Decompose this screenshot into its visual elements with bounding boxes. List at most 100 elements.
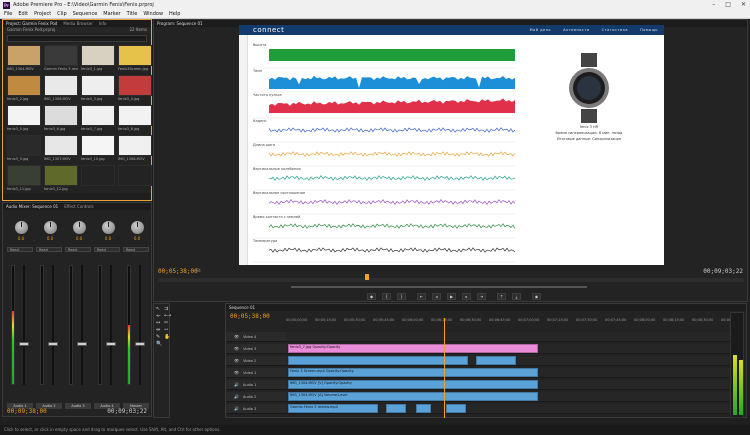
pan-value[interactable]: 0.0 — [7, 236, 35, 241]
project-thumbnail[interactable]: fenix3_7.jpg — [81, 105, 115, 132]
fader-track[interactable] — [139, 265, 141, 385]
track-speaker-icon[interactable]: 🔊 — [234, 406, 239, 411]
step-back-button[interactable]: ◂ — [432, 293, 441, 300]
pan-knob[interactable] — [101, 221, 115, 234]
automation-mode-select[interactable]: Read — [7, 247, 33, 252]
menu-marker[interactable]: Marker — [103, 11, 120, 17]
volume-fader[interactable] — [19, 341, 29, 346]
timeline-clip[interactable]: IMG_1304.MOV [V] Opacity:Opacity — [288, 380, 538, 389]
pan-knob[interactable] — [72, 221, 86, 234]
project-thumbnail[interactable]: fenix3_9.jpg — [7, 135, 41, 162]
pan-knob[interactable] — [43, 221, 57, 234]
project-thumbnail[interactable]: fenix3_6.jpg — [44, 105, 78, 132]
project-thumbnail[interactable]: fenix3_12.jpg — [44, 165, 78, 192]
ripple-edit-tool-icon[interactable]: ⟛ — [156, 313, 163, 319]
project-thumbnail[interactable]: fenix3_5.jpg — [7, 105, 41, 132]
track-select-tool-icon[interactable]: ⇉ — [164, 306, 171, 312]
pan-knob[interactable] — [14, 221, 28, 234]
hand-tool-icon[interactable]: ✋ — [164, 334, 171, 340]
project-thumbnail[interactable]: IMG_1307.MOV — [44, 135, 78, 162]
track-header[interactable]: 🔊 Audio 3 — [226, 404, 286, 414]
track-visibility-icon[interactable]: 👁 — [234, 346, 239, 351]
project-thumbnail[interactable]: fenix3_2.jpg — [7, 75, 41, 102]
timeline-clip[interactable]: Fenix 3 Screen.mp4 Opacity:Opacity — [288, 368, 538, 377]
minimize-icon[interactable]: – — [712, 1, 715, 8]
timeline-clip[interactable] — [386, 404, 406, 413]
menu-window[interactable]: Window — [143, 11, 163, 17]
fader-track[interactable] — [81, 265, 83, 385]
track-speaker-icon[interactable]: 🔊 — [234, 394, 239, 399]
slip-tool-icon[interactable]: ⇹ — [156, 327, 163, 333]
tab-sequence[interactable]: Sequence 01 — [229, 305, 255, 310]
timeline-timecode[interactable]: 00;05;38;00 — [230, 313, 270, 320]
menu-file[interactable]: File — [4, 11, 12, 17]
automation-mode-select[interactable]: Read — [123, 247, 149, 252]
track-visibility-icon[interactable]: 👁 — [234, 358, 239, 363]
automation-mode-select[interactable]: Read — [94, 247, 120, 252]
track-header[interactable]: 🔊 Audio 1 — [226, 380, 286, 390]
timeline-clip[interactable]: fenix3_7.jpg Opacity:Opacity — [288, 344, 538, 353]
zoom-bar[interactable] — [291, 286, 587, 288]
track-header[interactable]: 👁 Video 2 — [226, 356, 286, 366]
tab-info[interactable]: Info — [99, 21, 107, 26]
timeline-clip[interactable]: Garmin Fenix 3 review.mp4 — [288, 404, 378, 413]
menu-edit[interactable]: Edit — [18, 11, 28, 17]
tab-program[interactable]: Program: Sequence 01 — [157, 21, 203, 26]
play-button[interactable]: ▶ — [447, 293, 456, 300]
project-thumbnail[interactable]: Garmin Fenix 3 review.mp4 — [44, 45, 78, 72]
menu-sequence[interactable]: Sequence — [73, 11, 98, 17]
rate-stretch-tool-icon[interactable]: ↔ — [156, 320, 163, 326]
volume-fader[interactable] — [106, 341, 116, 346]
tab-project[interactable]: Project: Garmin Fenix Pod — [6, 21, 57, 26]
timeline-clip[interactable] — [446, 404, 466, 413]
mark-out-button[interactable]: } — [397, 293, 406, 300]
razor-tool-icon[interactable]: ✂ — [164, 320, 171, 326]
rolling-edit-tool-icon[interactable]: ⟷ — [164, 313, 171, 319]
timeline-clip[interactable] — [288, 356, 468, 365]
pen-tool-icon[interactable]: ✎ — [156, 334, 163, 340]
automation-mode-select[interactable]: Read — [36, 247, 62, 252]
timeline-playhead[interactable] — [444, 318, 445, 418]
project-thumbnail[interactable]: IMG_1306.MOV — [44, 75, 78, 102]
project-thumbnail[interactable] — [118, 165, 152, 192]
program-playhead[interactable] — [365, 274, 369, 280]
add-marker-button[interactable]: ◆ — [367, 293, 376, 300]
pan-value[interactable]: 0.0 — [123, 236, 151, 241]
extract-button[interactable]: ⤓ — [512, 293, 521, 300]
track-header[interactable]: 🔊 Audio 2 — [226, 392, 286, 402]
mark-in-button[interactable]: { — [382, 293, 391, 300]
timeline-clip[interactable] — [476, 356, 516, 365]
volume-fader[interactable] — [135, 341, 145, 346]
project-thumbnail[interactable] — [81, 165, 115, 192]
project-thumbnail[interactable]: fenix3_11.jpg — [7, 165, 41, 192]
step-forward-button[interactable]: ▸ — [462, 293, 471, 300]
fader-track[interactable] — [52, 265, 54, 385]
timeline-ruler[interactable]: 00;05;00;00 00;05;15;00 00;05;30;00 00;05;4… — [286, 304, 748, 326]
project-thumbnail[interactable]: IMG_1304.MOV — [7, 45, 41, 72]
track-speaker-icon[interactable]: 🔊 — [234, 382, 239, 387]
menu-project[interactable]: Project — [34, 11, 51, 17]
project-thumbnail[interactable]: Fenix3Screen.jpg — [118, 45, 152, 72]
project-thumbnail[interactable]: fenix3_1.jpg — [81, 45, 115, 72]
export-frame-button[interactable]: ◉ — [532, 293, 541, 300]
project-thumbnail[interactable]: fenix3_3.jpg — [81, 75, 115, 102]
pan-value[interactable]: 0.0 — [94, 236, 122, 241]
track-header[interactable]: 👁 Video 1 — [226, 368, 286, 378]
track-visibility-icon[interactable]: 👁 — [234, 334, 239, 339]
project-thumbnail[interactable]: fenix3_8.jpg — [118, 105, 152, 132]
zoom-tool-icon[interactable]: 🔍 — [156, 341, 163, 347]
mixer-timecode[interactable]: 00;09;38;00 — [7, 408, 47, 415]
fader-track[interactable] — [110, 265, 112, 385]
track-header[interactable]: 👁 Video 4 — [226, 332, 286, 342]
menu-clip[interactable]: Clip — [57, 11, 66, 17]
program-fit-select[interactable]: Fit — [196, 268, 201, 273]
track-header[interactable]: 👁 Video 3 — [226, 344, 286, 354]
program-scrub-bar[interactable] — [158, 278, 744, 282]
lift-button[interactable]: ⤒ — [497, 293, 506, 300]
project-thumbnail[interactable]: IMG_1308.MOV — [118, 135, 152, 162]
pan-value[interactable]: 0.0 — [36, 236, 64, 241]
go-to-in-button[interactable]: ⇤ — [417, 293, 426, 300]
selection-tool-icon[interactable]: ↖ — [156, 306, 163, 312]
track-visibility-icon[interactable]: 👁 — [234, 370, 239, 375]
go-to-out-button[interactable]: ⇥ — [477, 293, 486, 300]
